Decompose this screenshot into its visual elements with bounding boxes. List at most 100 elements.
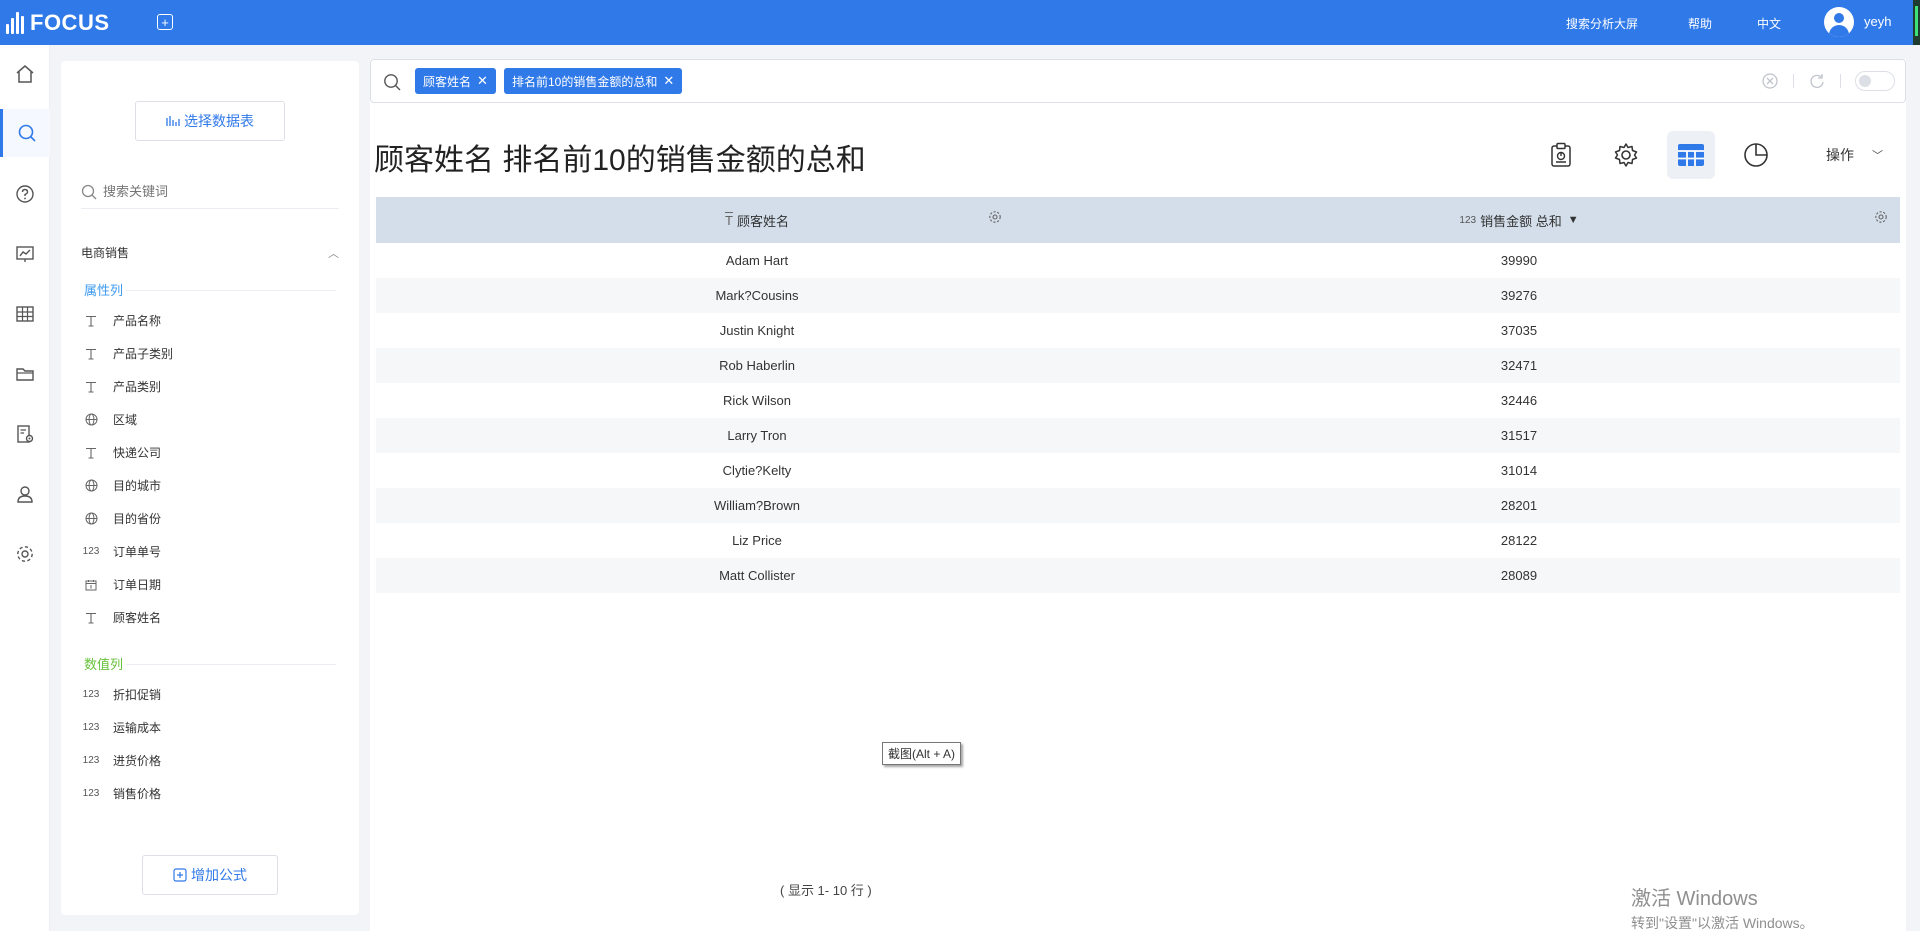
result-table: T 顾客姓名 123 销售金额 总和 ▼ Adam Hart 39990 Mark?… xyxy=(376,197,1900,593)
new-tab-icon[interactable]: + xyxy=(157,14,173,30)
text-icon xyxy=(81,612,101,624)
gear-icon[interactable] xyxy=(0,532,50,576)
field-item[interactable]: 123 订单单号 xyxy=(81,543,161,560)
field-label: 目的省份 xyxy=(113,512,162,526)
add-formula-button[interactable]: 增加公式 xyxy=(142,855,278,895)
logo-icon xyxy=(6,12,24,34)
field-item[interactable]: 123 运输成本 xyxy=(81,719,161,736)
pin-report-button[interactable] xyxy=(1537,131,1585,179)
left-nav xyxy=(0,45,50,931)
chevron-up-icon[interactable]: ︿ xyxy=(328,245,339,261)
table-row[interactable]: Liz Price 28122 xyxy=(376,523,1900,558)
table-row[interactable]: Rick Wilson 32446 xyxy=(376,383,1900,418)
globe-icon xyxy=(81,479,101,492)
field-item[interactable]: 目的城市 xyxy=(81,477,161,494)
page-title: 顾客姓名 排名前10的销售金额的总和 xyxy=(374,144,866,177)
table-row[interactable]: Mark?Cousins 39276 xyxy=(376,278,1900,313)
table-view-button[interactable] xyxy=(1667,131,1715,179)
number-icon: 123 xyxy=(82,722,100,733)
cell-sales-total: 39990 xyxy=(1500,253,1538,268)
table-row[interactable]: William?Brown 28201 xyxy=(376,488,1900,523)
toggle-switch[interactable] xyxy=(1855,71,1895,91)
refresh-icon[interactable] xyxy=(1808,72,1826,90)
field-label: 折扣促销 xyxy=(113,688,162,702)
field-item[interactable]: 123 销售价格 xyxy=(81,785,161,802)
select-table-label: 选择数据表 xyxy=(184,113,254,129)
field-item[interactable]: 123 折扣促销 xyxy=(81,686,161,703)
help-icon[interactable] xyxy=(0,172,50,216)
search-tag[interactable]: 顾客姓名 ✕ xyxy=(415,68,496,94)
select-table-button[interactable]: 选择数据表 xyxy=(135,101,285,141)
home-icon[interactable] xyxy=(0,52,50,96)
field-item[interactable]: 区域 xyxy=(81,411,137,428)
field-label: 产品子类别 xyxy=(113,347,174,361)
table-row[interactable]: Justin Knight 37035 xyxy=(376,313,1900,348)
table-row[interactable]: Larry Tron 31517 xyxy=(376,418,1900,453)
text-icon xyxy=(81,348,101,360)
username[interactable]: yeyh xyxy=(1864,14,1891,29)
close-icon[interactable]: ✕ xyxy=(663,73,674,89)
cell-sales-total: 28122 xyxy=(1500,533,1538,548)
nav-help[interactable]: 帮助 xyxy=(1688,15,1712,32)
clear-icon[interactable] xyxy=(1761,72,1779,90)
keyword-search-input[interactable] xyxy=(103,184,303,199)
text-icon xyxy=(81,381,101,393)
sort-desc-icon[interactable]: ▼ xyxy=(1568,214,1579,226)
attribute-section-title: 属性列 xyxy=(84,283,124,298)
column-header-customer[interactable]: T 顾客姓名 xyxy=(376,197,1138,243)
cell-customer-name: Clytie?Kelty xyxy=(722,463,792,478)
field-item[interactable]: 顾客姓名 xyxy=(81,609,161,626)
column-gear-icon[interactable] xyxy=(988,210,1002,224)
field-item[interactable]: 快递公司 xyxy=(81,444,161,461)
cell-customer-name: Rob Haberlin xyxy=(719,358,795,373)
table-row[interactable]: Adam Hart 39990 xyxy=(376,243,1900,278)
settings-button[interactable] xyxy=(1602,131,1650,179)
field-item[interactable]: 目的省份 xyxy=(81,510,161,527)
folder-icon[interactable] xyxy=(0,352,50,396)
search-bar[interactable]: 顾客姓名 ✕ 排名前10的销售金额的总和 ✕ xyxy=(370,59,1906,103)
avatar[interactable] xyxy=(1824,7,1854,37)
operations-menu[interactable]: 操作 ﹀ xyxy=(1826,145,1883,165)
divider xyxy=(126,290,336,291)
search-tag[interactable]: 排名前10的销售金额的总和 ✕ xyxy=(504,68,683,94)
field-item[interactable]: 产品名称 xyxy=(81,312,161,329)
chevron-down-icon: ﹀ xyxy=(1872,150,1883,162)
nav-search-dashboard[interactable]: 搜索分析大屏 xyxy=(1566,15,1638,32)
nav-language[interactable]: 中文 xyxy=(1757,15,1781,32)
column-gear-icon[interactable] xyxy=(1874,210,1888,224)
field-label: 区域 xyxy=(113,413,138,427)
windows-activation-watermark: 激活 Windows 转到"设置"以激活 Windows。 xyxy=(1631,882,1814,931)
watermark-line2: 转到"设置"以激活 Windows。 xyxy=(1631,915,1814,931)
field-label: 进货价格 xyxy=(113,754,162,768)
table-icon[interactable] xyxy=(0,292,50,336)
field-label: 订单日期 xyxy=(113,578,162,592)
search-icon[interactable] xyxy=(0,109,50,157)
user-icon[interactable] xyxy=(0,472,50,516)
report-settings-icon[interactable] xyxy=(0,412,50,456)
field-item[interactable]: 产品子类别 xyxy=(81,345,173,362)
cell-customer-name: Matt Collister xyxy=(719,568,795,583)
dashboard-icon[interactable] xyxy=(0,232,50,276)
number-icon: 123 xyxy=(82,755,100,766)
column-header-sales[interactable]: 123 销售金额 总和 ▼ xyxy=(1138,197,1900,243)
add-formula-label: 增加公式 xyxy=(191,867,247,883)
table-body: Adam Hart 39990 Mark?Cousins 39276 Justin Kn… xyxy=(376,243,1900,593)
chart-view-button[interactable] xyxy=(1732,131,1780,179)
cell-customer-name: Mark?Cousins xyxy=(715,288,799,303)
table-row[interactable]: Clytie?Kelty 31014 xyxy=(376,453,1900,488)
cell-sales-total: 32471 xyxy=(1500,358,1538,373)
plus-box-icon xyxy=(173,868,187,882)
table-row[interactable]: Matt Collister 28089 xyxy=(376,558,1900,593)
field-item[interactable]: 产品类别 xyxy=(81,378,161,395)
cell-sales-total: 37035 xyxy=(1500,323,1538,338)
field-item[interactable]: 123 进货价格 xyxy=(81,752,161,769)
focus-logo[interactable]: FOCUS xyxy=(6,10,110,36)
close-icon[interactable]: ✕ xyxy=(477,73,488,89)
table-group-name: 电商销售 xyxy=(81,246,130,260)
table-row[interactable]: Rob Haberlin 32471 xyxy=(376,348,1900,383)
field-item[interactable]: 订单日期 xyxy=(81,576,161,593)
divider xyxy=(1840,74,1841,88)
table-group-header[interactable]: 电商销售 ︿ xyxy=(81,244,339,261)
globe-icon xyxy=(81,413,101,426)
data-panel: 选择数据表 电商销售 ︿ 属性列 产品名称产品子类别产品类别区域快递公司目的城市… xyxy=(61,61,359,915)
